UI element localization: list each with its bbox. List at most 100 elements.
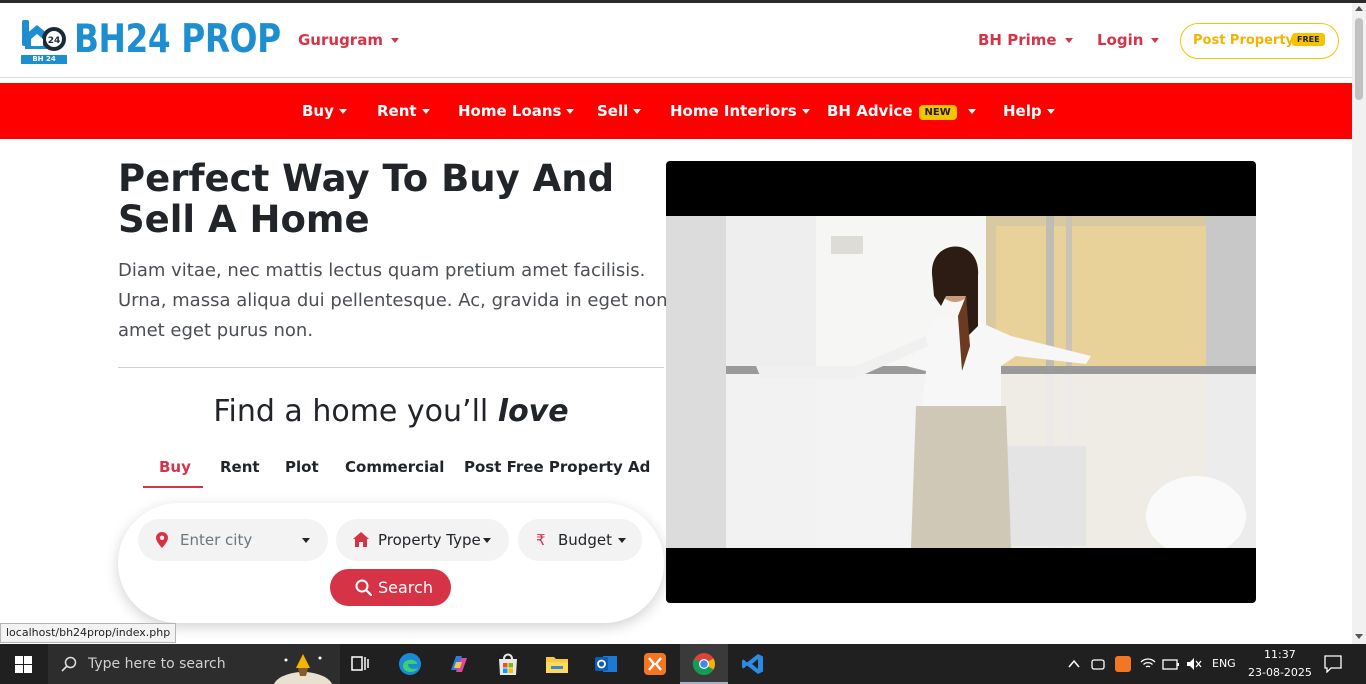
free-badge: FREE <box>1292 33 1325 46</box>
chevron-down-icon <box>390 38 399 43</box>
property-type-label: Property Type <box>378 531 481 549</box>
scrollbar-thumb[interactable] <box>1355 18 1363 100</box>
budget-dropdown[interactable]: ₹ Budget <box>518 519 642 561</box>
task-view-icon <box>351 656 369 671</box>
edge-icon <box>399 653 421 675</box>
xampp-icon <box>644 653 666 675</box>
site-header: 24 BH 24 PROP BH24 PROP Gurugram BH Prim… <box>0 3 1352 78</box>
tab-post-free-property-ad[interactable]: Post Free Property Ad <box>464 458 650 476</box>
tray-expand-icon[interactable] <box>1068 659 1080 669</box>
search-button[interactable]: Search <box>330 569 451 606</box>
task-view-button[interactable] <box>338 644 386 684</box>
logo-house-icon: 24 <box>22 20 66 51</box>
outlook-icon <box>595 656 617 672</box>
house-icon <box>353 532 369 547</box>
input-language[interactable]: ENG <box>1212 657 1236 670</box>
brand-logo[interactable]: 24 BH 24 PROP BH24 PROP <box>21 17 281 72</box>
scroll-up-arrow-icon[interactable] <box>1355 6 1363 11</box>
logo-wordmark: BH24 PROP <box>74 17 281 62</box>
city-selector[interactable]: Gurugram <box>298 31 399 49</box>
search-card: Enter city Property Type ₹ Budget Search <box>118 503 664 623</box>
chevron-down-icon <box>1151 38 1160 43</box>
new-badge: NEW <box>918 105 957 120</box>
taskbar-app-edge[interactable] <box>386 644 434 684</box>
search-icon <box>61 656 77 672</box>
chevron-down-icon <box>618 538 626 543</box>
taskbar-app-copilot[interactable] <box>435 644 483 684</box>
search-button-label: Search <box>378 578 433 597</box>
search-icon <box>355 579 372 596</box>
city-label: Gurugram <box>298 31 383 49</box>
nav-item-bh-advice[interactable]: BH Advice NEW <box>827 102 976 120</box>
search-highlight-icon <box>273 654 333 684</box>
chrome-icon <box>692 653 715 675</box>
section-divider <box>118 367 664 368</box>
taskbar-app-vscode[interactable] <box>729 644 777 684</box>
tab-buy[interactable]: Buy <box>159 458 191 476</box>
bh-prime-label: BH Prime <box>978 31 1057 49</box>
login-menu[interactable]: Login <box>1097 31 1160 49</box>
logo-subtext: BH 24 PROP <box>21 55 67 72</box>
chevron-down-icon <box>1064 38 1073 43</box>
rupee-icon: ₹ <box>536 531 546 549</box>
tab-rent[interactable]: Rent <box>220 458 260 476</box>
taskbar-app-chrome[interactable] <box>680 644 728 684</box>
nav-label: Buy <box>302 102 334 120</box>
chevron-down-icon <box>1046 109 1055 114</box>
tab-commercial[interactable]: Commercial <box>345 458 444 476</box>
property-type-dropdown[interactable]: Property Type <box>336 519 509 561</box>
post-property-button[interactable]: Post Property FREE <box>1180 23 1339 59</box>
battery-icon[interactable] <box>1162 656 1180 672</box>
nav-label: Sell <box>597 102 629 120</box>
taskbar-app-store[interactable] <box>484 644 532 684</box>
nav-label: Home Loans <box>458 102 562 120</box>
taskbar-app-file-explorer[interactable] <box>533 644 581 684</box>
nav-label: Rent <box>377 102 417 120</box>
taskbar-app-outlook[interactable] <box>582 644 630 684</box>
hero-description: Diam vitae, nec mattis lectus quam preti… <box>118 260 668 341</box>
hero-title: Perfect Way To Buy And Sell A Home <box>118 157 615 241</box>
browser-page: { "brand":{"name":"BH24 PROP","subtext":… <box>0 0 1366 684</box>
scroll-down-arrow-icon[interactable] <box>1355 634 1363 639</box>
svg-text:24: 24 <box>48 36 61 46</box>
chevron-down-icon <box>801 109 810 114</box>
nav-item-sell[interactable]: Sell <box>597 102 642 120</box>
budget-label: Budget <box>558 531 612 549</box>
chevron-down-icon <box>483 538 491 543</box>
taskbar-search-placeholder: Type here to search <box>88 656 226 672</box>
nav-item-buy[interactable]: Buy <box>302 102 347 120</box>
chevron-down-icon <box>302 538 310 543</box>
clock-time[interactable]: 11:37 <box>1264 648 1296 661</box>
taskbar-app-xampp[interactable] <box>631 644 679 684</box>
clock-date[interactable]: 23-08-2025 <box>1248 666 1312 679</box>
link-status-tooltip: localhost/bh24prop/index.php <box>0 623 177 643</box>
nav-label: Home Interiors <box>670 102 797 120</box>
chevron-down-icon <box>566 109 575 114</box>
volume-muted-icon[interactable] <box>1186 656 1202 672</box>
chevron-down-icon <box>633 109 642 114</box>
taskbar-search-box[interactable]: Type here to search <box>48 644 340 684</box>
notification-icon[interactable] <box>1324 655 1342 673</box>
nav-item-help[interactable]: Help <box>1003 102 1055 120</box>
windows-start-icon[interactable] <box>15 656 32 673</box>
main-nav: Buy Rent Home Loans Sell Home Interiors … <box>0 83 1352 139</box>
chevron-down-icon <box>967 109 976 114</box>
wifi-icon[interactable] <box>1140 656 1156 672</box>
folder-icon <box>546 657 568 673</box>
tray-xampp-icon[interactable] <box>1115 656 1131 672</box>
active-tab-indicator <box>143 486 203 488</box>
promo-video[interactable] <box>666 161 1256 603</box>
city-dropdown[interactable]: Enter city <box>138 519 328 561</box>
nav-item-home-loans[interactable]: Home Loans <box>458 102 575 120</box>
chevron-down-icon <box>338 109 347 114</box>
nav-item-rent[interactable]: Rent <box>377 102 430 120</box>
bh-prime-menu[interactable]: BH Prime <box>978 31 1073 49</box>
vertical-scrollbar[interactable] <box>1352 3 1366 644</box>
video-frame-image <box>666 216 1256 548</box>
tray-meet-icon[interactable] <box>1090 656 1106 672</box>
windows-taskbar: Type here to search ENG 11:37 23-08-2025 <box>0 644 1366 684</box>
map-pin-icon <box>156 532 168 548</box>
tab-plot[interactable]: Plot <box>285 458 319 476</box>
nav-label: BH Advice <box>827 102 913 120</box>
nav-item-home-interiors[interactable]: Home Interiors <box>670 102 810 120</box>
